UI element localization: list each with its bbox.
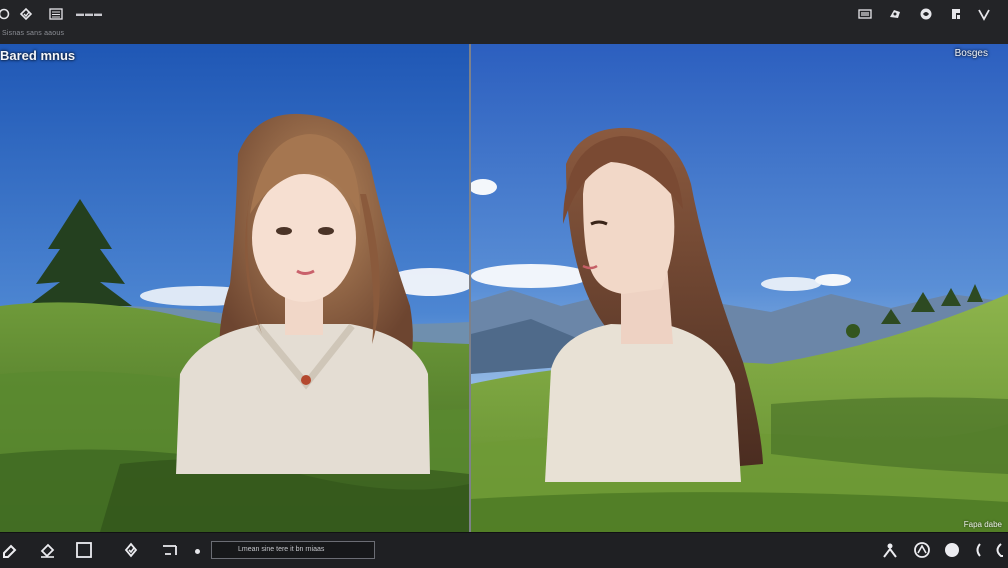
comparison-viewer: Bared mnus Bosges Fapa dabe: [0, 44, 1008, 532]
right-pane-label: Bosges: [954, 48, 988, 59]
menu-icon[interactable]: [48, 6, 64, 22]
left-pane-label: Bared mnus: [0, 48, 76, 63]
brush-icon[interactable]: [18, 6, 34, 22]
eraser-icon[interactable]: [37, 540, 57, 560]
status-text-field[interactable]: Lmean sine tere it bn rniaas: [211, 541, 375, 559]
refresh-icon[interactable]: [0, 6, 12, 22]
lasso-icon[interactable]: [121, 540, 141, 560]
arc-icon[interactable]: [988, 540, 1008, 560]
figure-icon[interactable]: [880, 540, 900, 560]
bottom-toolbar: Lmean sine tere it bn rniaas: [0, 532, 1008, 568]
pen-icon[interactable]: [0, 540, 20, 560]
globe-icon[interactable]: [918, 6, 934, 22]
right-image-pane[interactable]: Bosges Fapa dabe: [471, 44, 1008, 532]
top-toolbar: ▬▬▬ Sisnas sans aaous: [0, 0, 1008, 45]
status-dot: [195, 549, 200, 554]
left-portrait-image: [0, 44, 469, 532]
palette-icon[interactable]: [887, 6, 903, 22]
right-portrait-image: [471, 44, 1008, 532]
toolbar-short-label: ▬▬▬: [76, 9, 103, 18]
square-icon[interactable]: [74, 540, 94, 560]
contrast-icon[interactable]: [948, 6, 964, 22]
image-icon[interactable]: [857, 6, 873, 22]
corner-note: Fapa dabe: [963, 520, 1002, 529]
circle-icon[interactable]: [942, 540, 962, 560]
toolbar-sublabel: Sisnas sans aaous: [2, 30, 65, 37]
left-image-pane[interactable]: Bared mnus: [0, 44, 469, 532]
globe-icon[interactable]: [912, 540, 932, 560]
shield-icon[interactable]: [976, 6, 992, 22]
bracket-icon[interactable]: [160, 540, 180, 560]
moon-icon[interactable]: [968, 540, 988, 560]
